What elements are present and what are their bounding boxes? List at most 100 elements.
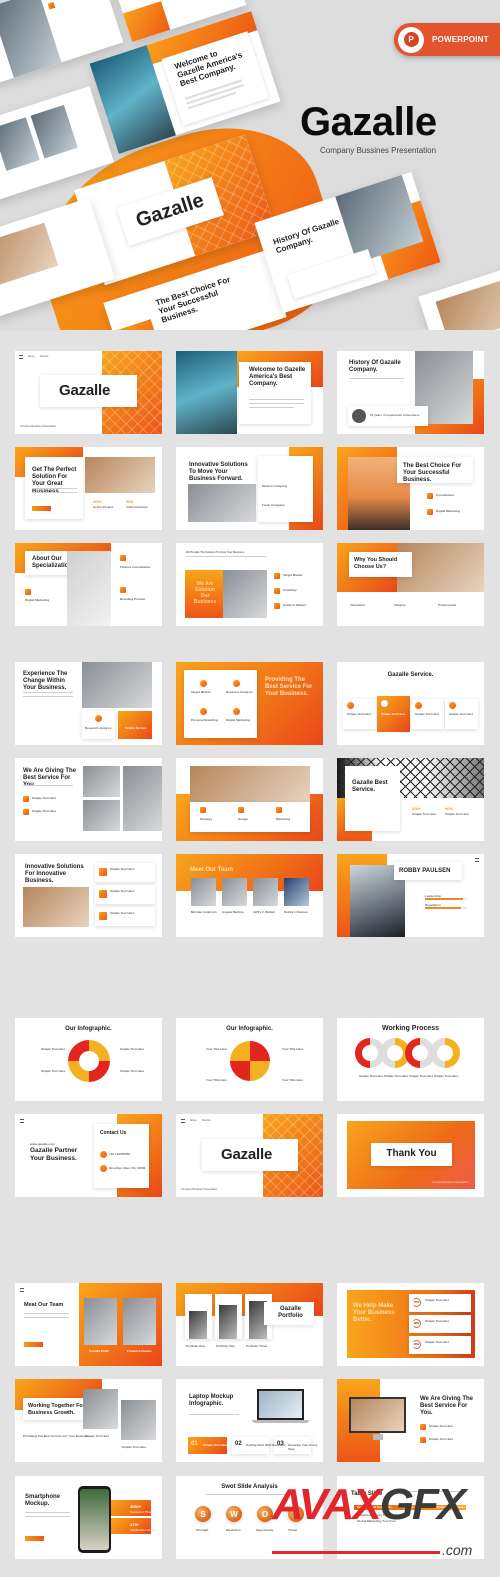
item-label: Marketing bbox=[276, 817, 291, 821]
slide-title: We Help Make Your Business Better. bbox=[353, 1303, 395, 1324]
menu-icon bbox=[20, 1288, 24, 1292]
branding-icon bbox=[120, 587, 126, 593]
powerpoint-badge: P POWERPOINT bbox=[394, 23, 500, 56]
item-label: Personal Branding bbox=[191, 718, 218, 722]
service-icon bbox=[420, 1437, 426, 1443]
hero-subtitle: Company Bussines Presentation bbox=[320, 146, 437, 155]
slide-title: Gazalle Portfolio bbox=[278, 1306, 303, 1320]
card-label: Research Analysis bbox=[85, 726, 112, 730]
team-photo bbox=[190, 766, 310, 802]
hero-banner: Welcome to Gazelle America's Best Compan… bbox=[0, 0, 500, 330]
slide-title: Innovative Solutions For Innovative Busi… bbox=[25, 864, 84, 885]
finance-icon bbox=[120, 555, 126, 561]
laptop-photo bbox=[83, 1389, 118, 1429]
service-label: Simple Text Here bbox=[347, 712, 372, 716]
preview-history-title: History Of Gazalle Company. bbox=[271, 216, 341, 256]
column-label: Innovation bbox=[350, 603, 366, 607]
member-photo bbox=[123, 1298, 156, 1345]
member-name: Frederick Gustav bbox=[127, 1349, 152, 1353]
slide-cover: About Service Gazalle Company Bussines P… bbox=[15, 351, 162, 434]
building-photo bbox=[219, 1305, 237, 1339]
avatar bbox=[352, 409, 366, 423]
member-photo bbox=[84, 1298, 117, 1345]
target-icon bbox=[274, 573, 280, 579]
infographic-label: Simple Text Here bbox=[120, 1069, 145, 1073]
search-icon bbox=[381, 700, 388, 707]
slide-cover-alt: About Service Gazalle Company Bussines P… bbox=[176, 1114, 323, 1197]
read-more-button[interactable] bbox=[25, 1536, 44, 1541]
item-label: Analysis Market bbox=[283, 603, 306, 607]
puzzle-circle bbox=[230, 1041, 270, 1081]
portfolio-label: Portfolio Two bbox=[216, 1344, 235, 1348]
team-photo bbox=[83, 766, 120, 797]
slide-giving: We Are Giving The Best Service For You. … bbox=[15, 758, 162, 841]
read-more-button[interactable] bbox=[32, 506, 51, 511]
slide-contact: www.gazalle.com Gazalle Partner Your Bus… bbox=[15, 1114, 162, 1197]
target-icon bbox=[200, 680, 207, 687]
skill-bar bbox=[425, 898, 467, 900]
desk-photo bbox=[121, 1400, 156, 1440]
item-label: Target Market bbox=[283, 573, 303, 577]
infographic-label: Your Title Here bbox=[206, 1078, 228, 1082]
item-label: Digital Marketing bbox=[226, 718, 251, 722]
slide-working-together: Working Together For Business Growth. Pr… bbox=[15, 1379, 162, 1462]
slide-footer: Company Bussines Presentation bbox=[20, 425, 57, 428]
slide-title: Gazalle Service. bbox=[387, 672, 434, 678]
card-label: 15 years of experience in business bbox=[370, 413, 420, 417]
item-label: Simple Text Here bbox=[110, 889, 135, 893]
slide-portfolio: Gazalle Portfolio Portfolio One Portfoli… bbox=[176, 1283, 323, 1366]
item-label: Simple Text Here bbox=[429, 1424, 454, 1428]
swot-strength-badge: S bbox=[195, 1506, 211, 1522]
slide-title: Our Infographic. bbox=[65, 1026, 112, 1032]
website-label: www.gazalle.com bbox=[30, 1142, 55, 1146]
meeting-photo bbox=[188, 484, 256, 522]
person-icon bbox=[362, 1045, 378, 1061]
item-label: Strategy bbox=[200, 817, 213, 821]
highlight-card bbox=[118, 711, 152, 739]
stat-label: Active Project bbox=[93, 505, 114, 509]
skill-bar bbox=[425, 907, 467, 909]
building-photo bbox=[176, 351, 237, 434]
item-label: Creativity bbox=[283, 588, 297, 592]
slide-providing: Target Market Business Analysis Personal… bbox=[176, 662, 323, 745]
slide-header: We Provide The Solution To Grow Your Bus… bbox=[186, 551, 245, 554]
process-label: Simple Text Here bbox=[359, 1074, 384, 1078]
hero-title: Gazalle bbox=[300, 100, 437, 144]
item-label: Finance Consultation bbox=[120, 565, 151, 569]
item-label: Simple Text Here bbox=[429, 1437, 454, 1441]
read-more-button[interactable] bbox=[24, 1342, 43, 1347]
infographic-label: Your Title Here bbox=[282, 1078, 304, 1082]
slide-thank-you: Thank You Company Bussines Presentation bbox=[337, 1114, 484, 1197]
watermark-logo: AVAXGFX bbox=[272, 1480, 466, 1530]
service-label: Simple Text Here bbox=[381, 712, 406, 716]
slide-experience: Experience The Change Within Your Busine… bbox=[15, 662, 162, 745]
item-label: Digital Marketing bbox=[436, 509, 461, 513]
preview-slide-bottom-right bbox=[418, 266, 500, 330]
marketing-icon bbox=[233, 708, 240, 715]
slide-about: About Our Specialization. Digital Market… bbox=[15, 543, 162, 626]
portfolio-label: Portfolio Three bbox=[246, 1344, 268, 1348]
marketing-icon bbox=[276, 807, 282, 813]
stat-label: Simple Text Here bbox=[412, 812, 437, 816]
phone-label: +62 123456789 bbox=[109, 1152, 130, 1156]
process-label: Simple Text Here bbox=[384, 1074, 409, 1078]
design-icon bbox=[238, 807, 244, 813]
team-photo bbox=[83, 800, 120, 831]
service-icon bbox=[415, 702, 422, 709]
business-icon bbox=[233, 680, 240, 687]
stat-value: 20K bbox=[126, 499, 134, 504]
phone-screen bbox=[80, 1489, 109, 1550]
branding-icon bbox=[200, 708, 207, 715]
slide-best-choice: The Best Choice For Your Successful Busi… bbox=[337, 447, 484, 530]
step-number: 01 bbox=[191, 1441, 198, 1447]
slide-title: Providing The Best Service For Your Busi… bbox=[265, 677, 313, 698]
target-icon bbox=[437, 1045, 453, 1061]
slide-title: Welcome to Gazelle America's Best Compan… bbox=[249, 367, 306, 388]
stat-label: Customer Project bbox=[130, 1510, 156, 1514]
item-label: Branding Product bbox=[120, 597, 146, 601]
member-name: Angela Martina bbox=[222, 910, 244, 914]
laptop-photo bbox=[67, 551, 111, 626]
building-photo bbox=[189, 1311, 207, 1339]
text-card bbox=[258, 456, 313, 522]
slide-title: Innovative Solutions To Move Your Busine… bbox=[189, 462, 248, 483]
